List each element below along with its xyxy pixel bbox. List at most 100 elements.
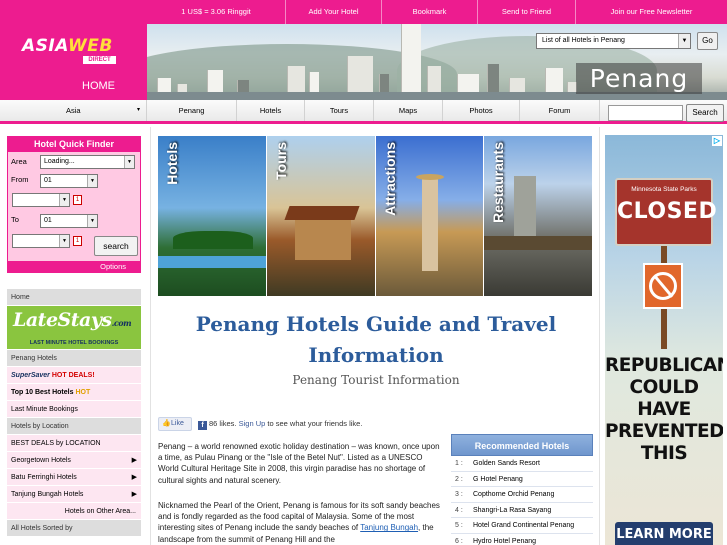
newsletter-link[interactable]: Join our Free Newsletter [576, 0, 727, 24]
nav-tab-hotels[interactable]: Hotels [237, 100, 305, 121]
finder-options-link[interactable]: Options [8, 261, 140, 273]
nav-tab-forum[interactable]: Forum [520, 100, 600, 121]
nav-tab-tours[interactable]: Tours [305, 100, 374, 121]
finder-title: Hotel Quick Finder [8, 137, 140, 152]
no-entry-circle [649, 272, 677, 300]
menu-best-deals-location[interactable]: BEST DEALS by LOCATION [7, 435, 141, 452]
menu-supersaver-deals[interactable]: SuperSaver HOT DEALS! [7, 367, 141, 384]
hotel-rank: 6 : [455, 537, 463, 545]
adchoices-icon[interactable]: ▷ [712, 136, 722, 146]
asiawebdirect-logo[interactable]: ASIAWEB [22, 38, 113, 55]
sign-main-text: CLOSED [617, 199, 718, 224]
latestays-dotcom: .com [111, 318, 132, 328]
to-day-select[interactable]: 01 ▼ [40, 214, 98, 228]
tile-tours[interactable]: Tours [266, 136, 375, 296]
region-select[interactable]: Asia ▾ [0, 100, 147, 121]
advertisement[interactable]: ▷ Minnesota State Parks CLOSED REPUBLICA… [605, 135, 723, 545]
ad-learn-more-button[interactable]: LEARN MORE [615, 522, 713, 545]
chevron-down-icon: ▼ [678, 34, 690, 48]
area-select-value: Loading... [44, 158, 75, 165]
top-nav: 1 US$ = 3.06 Ringgit Add Your Hotel Book… [147, 0, 727, 24]
to-month-select[interactable]: ▼ [12, 234, 70, 248]
menu-all-hotels-sorted[interactable]: All Hotels Sorted by [7, 520, 141, 537]
add-your-hotel-link[interactable]: Add Your Hotel [286, 0, 382, 24]
closed-sign: Minnesota State Parks CLOSED [615, 178, 718, 246]
calendar-icon[interactable]: 1 [73, 195, 82, 205]
page: ASIAWEB DIRECT HOME 1 US$ = 3.06 Ringgit… [0, 0, 727, 545]
recommended-hotel-item[interactable]: 5 : Hotel Grand Continental Penang [451, 518, 593, 534]
hotel-rank: 2 : [455, 475, 463, 483]
finder-search-button[interactable]: search [94, 236, 138, 256]
menu-top10-hotels[interactable]: Top 10 Best Hotels HOT [7, 384, 141, 401]
menu-last-minute[interactable]: Last Minute Bookings [7, 401, 141, 418]
bookmark-link[interactable]: Bookmark [382, 0, 478, 24]
like-label: Like [171, 420, 184, 427]
hot-deals-label: HOT DEALS! [51, 372, 95, 379]
recommended-hotel-item[interactable]: 3 : Copthorne Orchid Penang [451, 487, 593, 503]
nav-tab-maps[interactable]: Maps [374, 100, 443, 121]
nav-tab-photos[interactable]: Photos [443, 100, 520, 121]
menu-home[interactable]: Home [7, 289, 141, 306]
top10-label: Top 10 Best Hotels [11, 389, 74, 396]
tile-restaurants[interactable]: Restaurants [484, 136, 592, 296]
chevron-down-icon: ▼ [87, 215, 97, 227]
logo-area: ASIAWEB DIRECT HOME [0, 0, 147, 100]
from-month-select[interactable]: ▼ [12, 193, 70, 207]
tile-attractions[interactable]: Attractions [375, 136, 484, 296]
area-select[interactable]: Loading... ▼ [40, 155, 135, 169]
chevron-down-icon: ▼ [124, 156, 134, 168]
tile-pool [158, 256, 266, 268]
menu-batu-ferringhi[interactable]: Batu Ferringhi Hotels ▶ [7, 469, 141, 486]
facebook-like-button[interactable]: 👍 Like [158, 417, 192, 431]
chevron-right-icon: ▶ [131, 457, 137, 464]
calendar-icon[interactable]: 1 [73, 236, 82, 246]
to-day-value: 01 [44, 217, 52, 224]
tile-hotels[interactable]: Hotels [158, 136, 266, 296]
recommended-hotel-item[interactable]: 6 : Hydro Hotel Penang [451, 534, 593, 545]
home-link[interactable]: HOME [82, 80, 115, 92]
hotel-rank: 4 : [455, 506, 463, 514]
hotel-list-select[interactable]: List of all Hotels in Penang ▼ [536, 33, 691, 49]
intro-paragraph: Penang – a world renowned exotic holiday… [158, 442, 440, 485]
ad-headline: REPUBLICANS COULD HAVE PREVENTED THIS [605, 355, 723, 464]
menu-penang-hotels[interactable]: Penang Hotels [7, 350, 141, 367]
georgetown-label: Georgetown Hotels [11, 457, 71, 464]
tile-tables [484, 236, 592, 250]
header: ASIAWEB DIRECT HOME 1 US$ = 3.06 Ringgit… [0, 0, 727, 100]
recommended-hotel-item[interactable]: 2 : G Hotel Penang [451, 472, 593, 487]
site-search-input[interactable] [608, 105, 683, 121]
go-button[interactable]: Go [697, 32, 718, 50]
tile-pagoda-top [415, 174, 444, 180]
hotel-list-select-value: List of all Hotels in Penang [542, 37, 625, 44]
tile-building [514, 176, 537, 236]
batu-ferringhi-label: Batu Ferringhi Hotels [11, 474, 77, 481]
menu-tanjung-bungah[interactable]: Tanjung Bungah Hotels ▶ [7, 486, 141, 503]
from-day-select[interactable]: 01 ▼ [40, 174, 98, 188]
facebook-signup-link[interactable]: Sign Up [239, 419, 266, 428]
sign-post [661, 309, 667, 349]
send-to-friend-link[interactable]: Send to Friend [478, 0, 576, 24]
category-tiles: Hotels Tours Attractions Restaurants [158, 136, 593, 296]
left-menu: Home LateStays.com LAST MINUTE HOTEL BOO… [7, 289, 141, 537]
nav-tab-penang[interactable]: Penang [147, 100, 237, 121]
chevron-right-icon: ▶ [131, 474, 137, 481]
currency-rate-link[interactable]: 1 US$ = 3.06 Ringgit [147, 0, 286, 24]
menu-other-area[interactable]: Hotels on Other Area... [7, 503, 141, 520]
recommended-hotel-item[interactable]: 4 : Shangri-La Rasa Sayang [451, 503, 593, 518]
menu-hotels-by-location[interactable]: Hotels by Location [7, 418, 141, 435]
sign-post [661, 245, 667, 265]
tile-roof [284, 206, 360, 220]
page-title: Penang Hotels Guide and Travel Informati… [195, 312, 557, 367]
menu-georgetown[interactable]: Georgetown Hotels ▶ [7, 452, 141, 469]
signup-rest-text: to see what your friends like. [267, 419, 363, 428]
latestays-banner[interactable]: LateStays.com LAST MINUTE HOTEL BOOKINGS [7, 306, 141, 350]
main-content: Hotels Tours Attractions Restaurants Pen… [150, 127, 600, 545]
tanjung-bungah-link[interactable]: Tanjung Bungah [360, 523, 418, 532]
supersaver-label: SuperSaver [11, 372, 50, 379]
hotel-quick-finder: Hotel Quick Finder Area Loading... ▼ From… [7, 136, 141, 273]
hotel-name: G Hotel Penang [473, 475, 523, 483]
recommended-hotel-item[interactable]: 1 : Golden Sands Resort [451, 456, 593, 472]
site-search-button[interactable]: Search [686, 104, 724, 122]
tile-label: Attractions [381, 142, 398, 216]
sign-top-text: Minnesota State Parks [631, 186, 697, 193]
